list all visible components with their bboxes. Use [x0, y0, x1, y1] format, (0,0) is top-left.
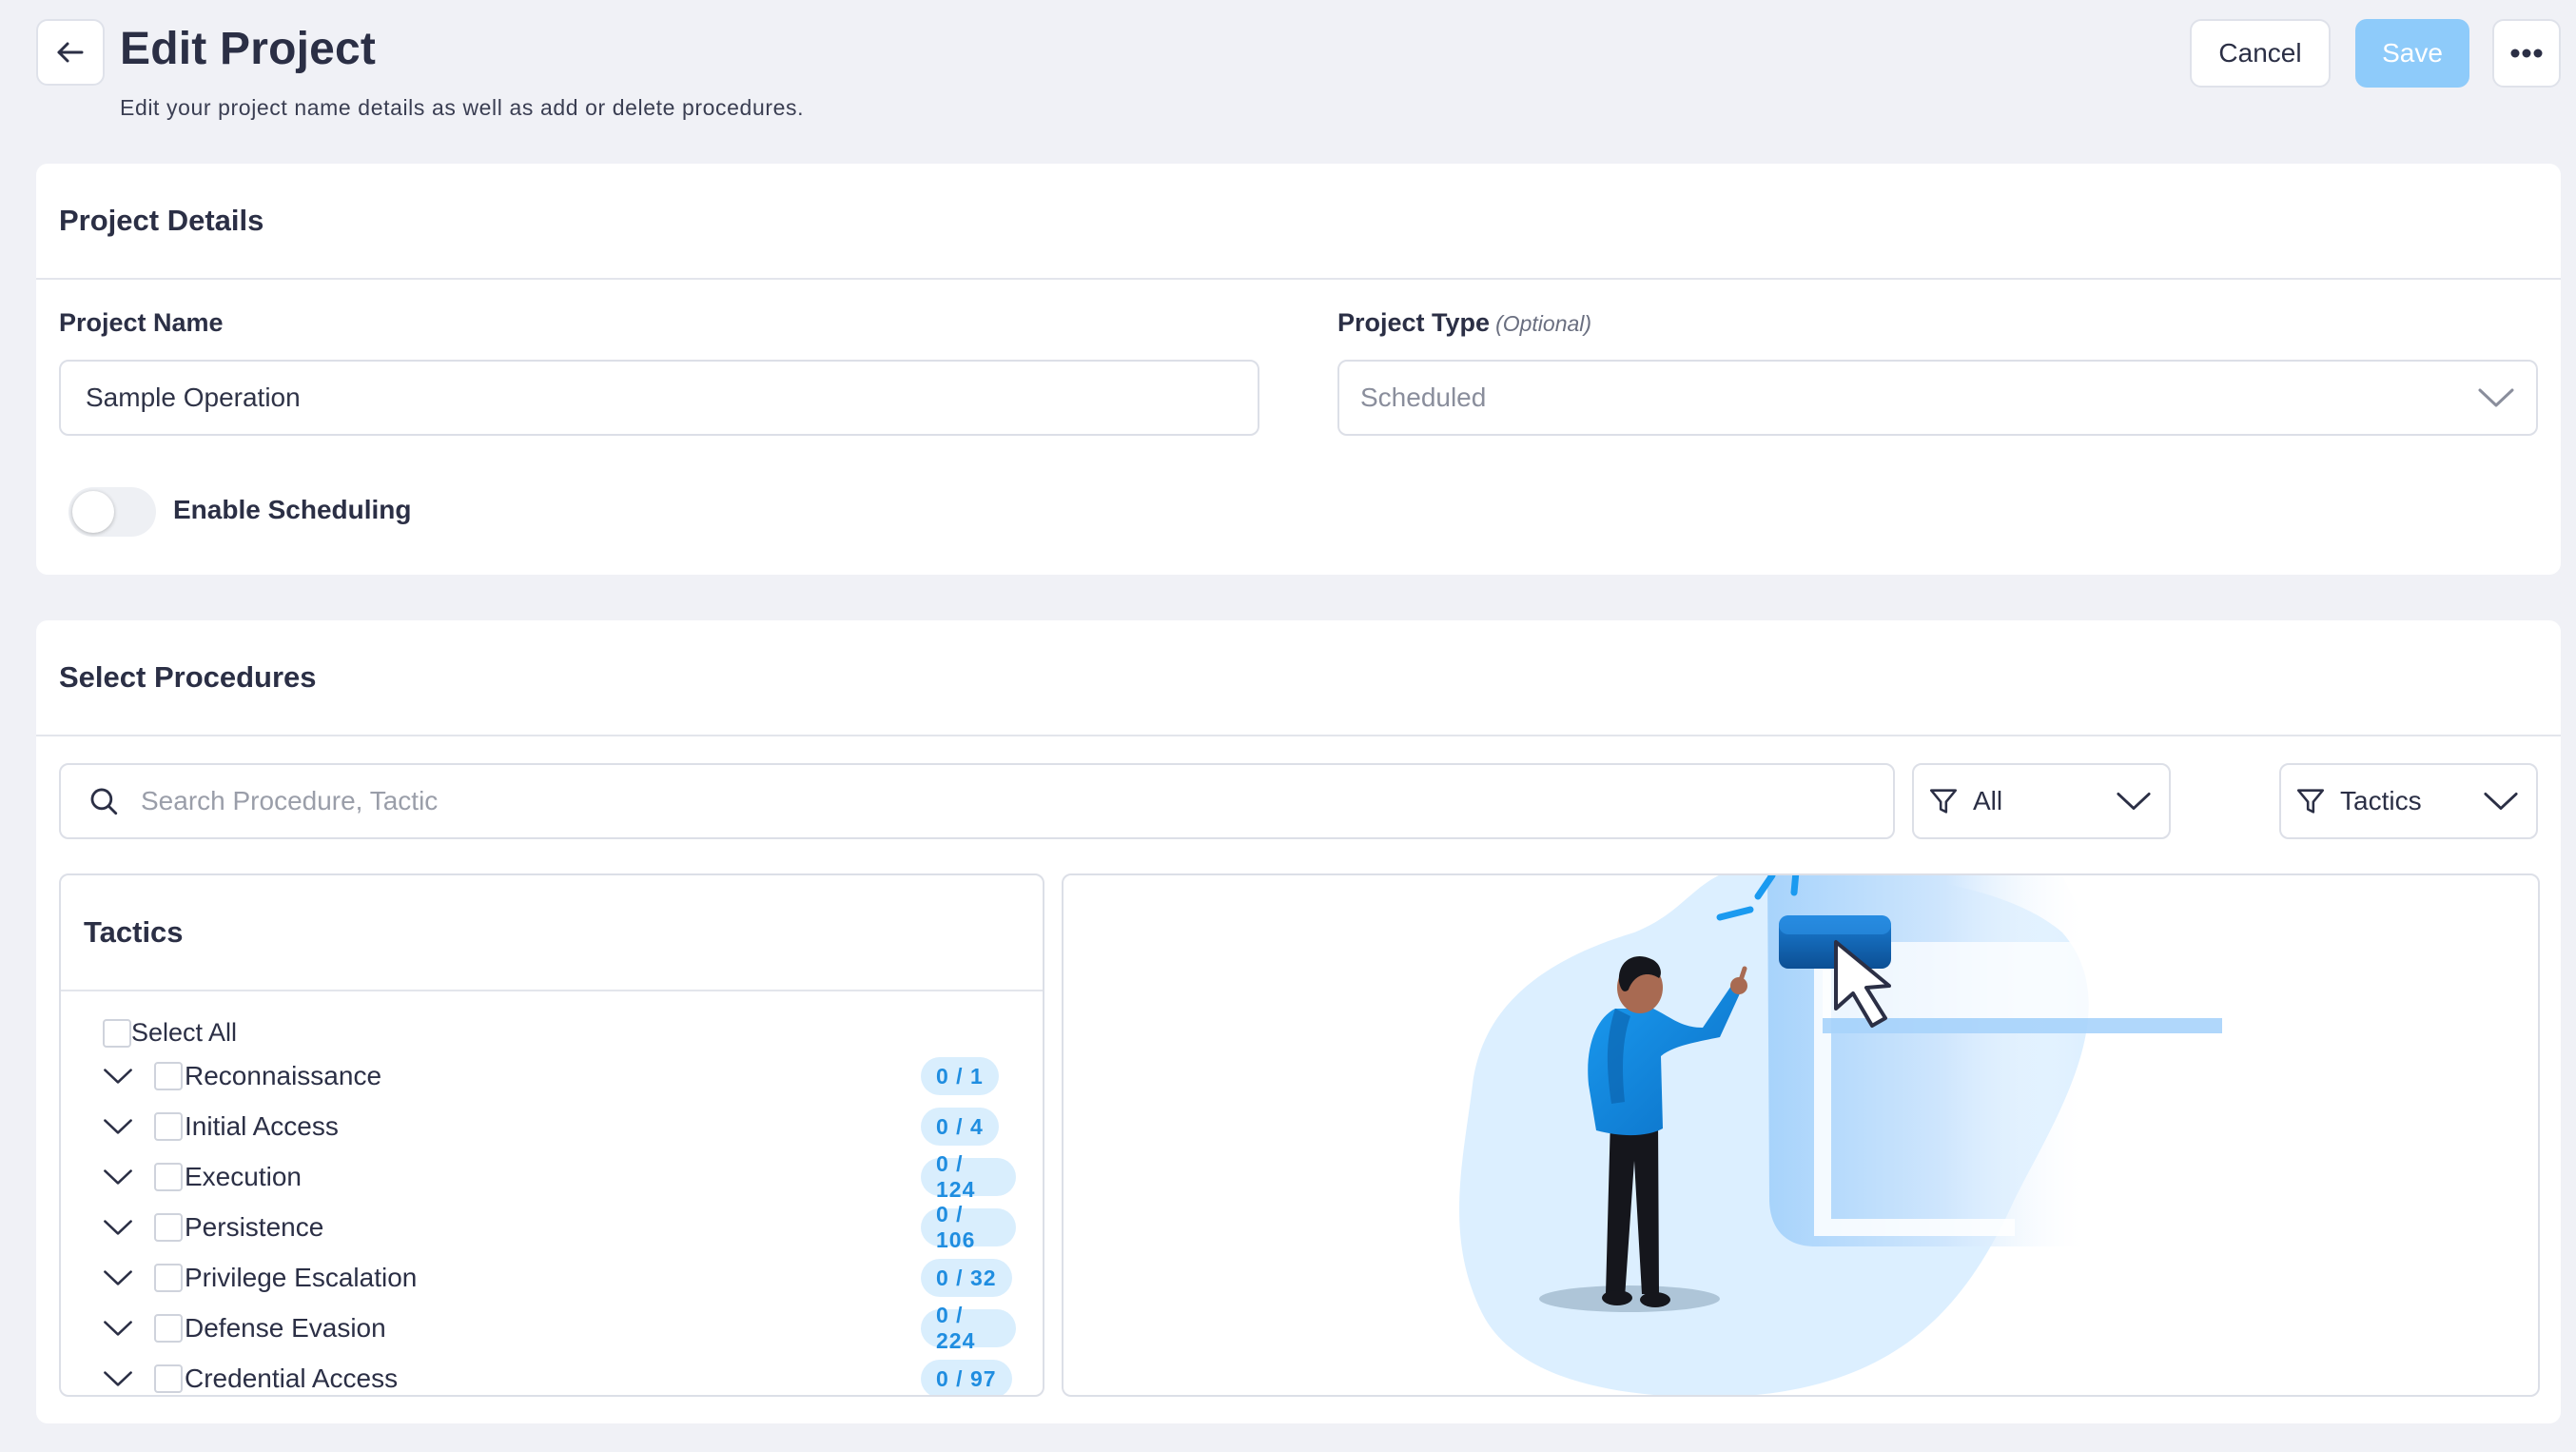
- edit-project-page: Edit Project Edit your project name deta…: [0, 0, 2576, 1452]
- tactic-name: Execution: [185, 1162, 302, 1191]
- select-all-row[interactable]: Select All: [103, 1018, 237, 1048]
- chevron-down-icon: [2484, 792, 2518, 811]
- chevron-down-icon[interactable]: [103, 1067, 135, 1086]
- chevron-down-icon[interactable]: [103, 1117, 135, 1136]
- project-name-value: Sample Operation: [86, 383, 301, 412]
- tactic-row[interactable]: Defense Evasion 0 / 224: [103, 1303, 1016, 1353]
- tactic-count-badge: 0 / 97: [921, 1360, 1012, 1395]
- enable-scheduling-toggle[interactable]: [68, 487, 156, 537]
- filter-icon: [2296, 789, 2325, 814]
- filter-tactics-select[interactable]: Tactics: [2279, 763, 2538, 839]
- illustration-panel: [1062, 873, 2540, 1397]
- select-all-checkbox[interactable]: [103, 1018, 131, 1048]
- filter-tactics-label: Tactics: [2340, 786, 2422, 815]
- project-type-label-text: Project Type: [1337, 308, 1491, 337]
- tactic-count-badge: 0 / 224: [921, 1303, 1016, 1353]
- project-type-value: Scheduled: [1360, 383, 1487, 412]
- search-icon: [90, 788, 118, 815]
- filter-all-label: All: [1973, 786, 2003, 815]
- tactic-checkbox[interactable]: [154, 1314, 183, 1343]
- select-procedures-title: Select Procedures: [36, 620, 2561, 736]
- tactic-count-badge: 0 / 124: [921, 1151, 1016, 1202]
- tactics-panel: Tactics Select All Reconnaissance 0 / 1 In…: [59, 873, 1044, 1397]
- tactic-name: Reconnaissance: [185, 1061, 382, 1090]
- more-options-button[interactable]: [2492, 19, 2561, 88]
- tactic-row[interactable]: Credential Access 0 / 97: [103, 1355, 1016, 1395]
- tactic-count-badge: 0 / 1: [921, 1057, 999, 1095]
- select-procedures-card: Select Procedures Search Procedure, Tact…: [36, 620, 2561, 1423]
- procedure-search-input[interactable]: Search Procedure, Tactic: [59, 763, 1895, 839]
- chevron-down-icon[interactable]: [103, 1218, 135, 1237]
- tactic-name: Persistence: [185, 1212, 324, 1242]
- chevron-down-icon: [2478, 388, 2514, 407]
- enable-scheduling-label: Enable Scheduling: [173, 495, 412, 524]
- chevron-down-icon[interactable]: [103, 1167, 135, 1187]
- tactic-checkbox[interactable]: [154, 1163, 183, 1191]
- project-type-select[interactable]: Scheduled: [1337, 360, 2538, 436]
- more-horizontal-icon: [2510, 49, 2543, 58]
- tactic-name: Initial Access: [185, 1111, 339, 1141]
- tactic-row[interactable]: Reconnaissance 0 / 1: [103, 1052, 1016, 1100]
- filter-icon: [1929, 789, 1958, 814]
- project-name-label: Project Name: [59, 308, 224, 337]
- person-clicking-illustration: [1459, 875, 2222, 1395]
- project-name-input[interactable]: Sample Operation: [59, 360, 1259, 436]
- toggle-knob: [72, 491, 114, 533]
- tactic-checkbox[interactable]: [154, 1112, 183, 1141]
- filter-all-select[interactable]: All: [1912, 763, 2171, 839]
- search-placeholder: Search Procedure, Tactic: [141, 786, 439, 815]
- project-details-title: Project Details: [36, 164, 2561, 280]
- select-all-label: Select All: [131, 1018, 238, 1047]
- tactic-checkbox[interactable]: [154, 1264, 183, 1292]
- tactic-row[interactable]: Initial Access 0 / 4: [103, 1103, 1016, 1150]
- tactic-checkbox[interactable]: [154, 1213, 183, 1242]
- tactic-count-badge: 0 / 106: [921, 1202, 1016, 1252]
- tactic-row[interactable]: Execution 0 / 124: [103, 1151, 1016, 1202]
- optional-hint: (Optional): [1495, 311, 1592, 336]
- tactic-count-badge: 0 / 4: [921, 1108, 999, 1146]
- tactic-name: Privilege Escalation: [185, 1263, 418, 1292]
- back-button[interactable]: [36, 19, 105, 86]
- tactic-checkbox[interactable]: [154, 1364, 183, 1393]
- project-details-card: Project Details Project Name Sample Oper…: [36, 164, 2561, 575]
- tactic-count-badge: 0 / 32: [921, 1259, 1012, 1297]
- arrow-left-icon: [57, 42, 84, 63]
- chevron-down-icon: [2117, 792, 2151, 811]
- tactics-title: Tactics: [61, 875, 1043, 991]
- tactic-row[interactable]: Persistence 0 / 106: [103, 1202, 1016, 1252]
- page-title: Edit Project: [120, 24, 377, 74]
- chevron-down-icon[interactable]: [103, 1319, 135, 1338]
- chevron-down-icon[interactable]: [103, 1369, 135, 1388]
- page-subtitle: Edit your project name details as well a…: [120, 95, 805, 120]
- chevron-down-icon[interactable]: [103, 1268, 135, 1287]
- cancel-button[interactable]: Cancel: [2190, 19, 2331, 88]
- tactic-row[interactable]: Privilege Escalation 0 / 32: [103, 1254, 1016, 1302]
- project-type-label: Project Type (Optional): [1337, 308, 1591, 338]
- tactic-name: Defense Evasion: [185, 1313, 386, 1343]
- save-button[interactable]: Save: [2355, 19, 2469, 88]
- tactic-name: Credential Access: [185, 1364, 399, 1393]
- tactic-checkbox[interactable]: [154, 1062, 183, 1090]
